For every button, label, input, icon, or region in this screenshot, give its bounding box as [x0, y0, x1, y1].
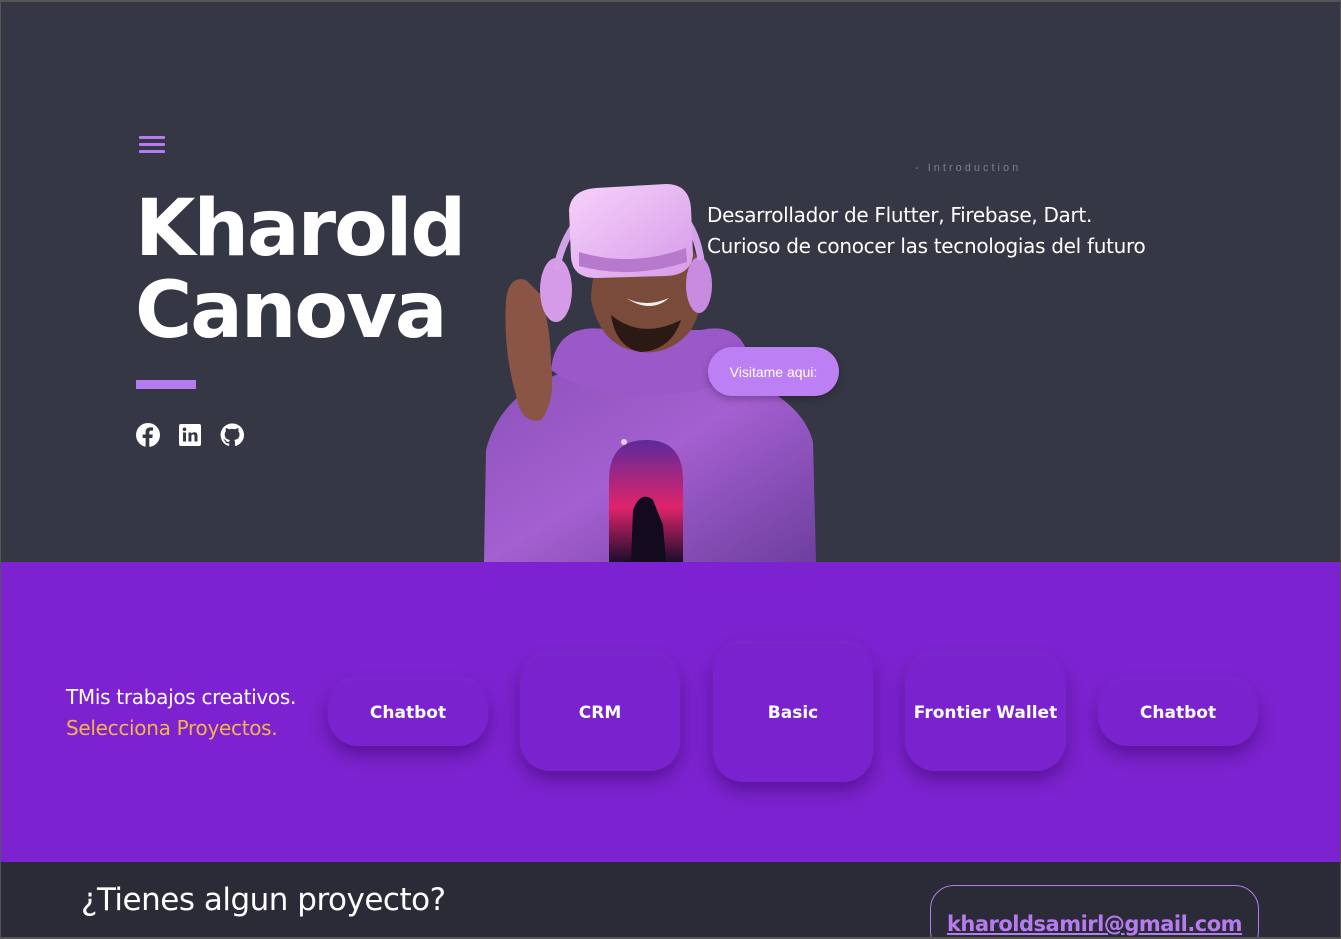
contact-section: ¿Tienes algun proyecto? kharoldsamirl@gm… [1, 862, 1340, 937]
intro-label: - Introduction [915, 162, 1022, 174]
social-links [136, 423, 244, 447]
github-icon[interactable] [220, 423, 244, 447]
menu-icon[interactable] [139, 136, 165, 154]
accent-underline [136, 380, 196, 389]
hero-name: Kharold Canova [135, 184, 466, 356]
facebook-icon[interactable] [136, 423, 160, 447]
projects-subheading: Selecciona Proyectos. [66, 716, 278, 740]
projects-heading: TMis trabajos creativos. [66, 685, 297, 709]
linkedin-icon[interactable] [178, 423, 202, 447]
email-link[interactable]: kharoldsamirl@gmail.com [930, 885, 1259, 937]
hero-section: Kharold Canova - Introduction Desarrolla… [1, 2, 1340, 562]
project-card-chatbot[interactable]: Chatbot [328, 680, 488, 746]
visit-button[interactable]: Visitame aqui: [708, 347, 839, 396]
projects-intro: TMis trabajos creativos. Selecciona Proy… [66, 682, 296, 744]
page: Kharold Canova - Introduction Desarrolla… [1, 2, 1340, 937]
projects-section: TMis trabajos creativos. Selecciona Proy… [1, 562, 1340, 862]
project-card-frontier-wallet[interactable]: Frontier Wallet [905, 655, 1066, 771]
project-card-crm[interactable]: CRM [520, 655, 680, 771]
contact-question: ¿Tienes algun proyecto? [81, 882, 446, 918]
project-card-chatbot-2[interactable]: Chatbot [1098, 680, 1258, 746]
name-last: Canova [135, 266, 447, 356]
project-card-basic[interactable]: Basic [713, 644, 873, 782]
name-first: Kharold [135, 184, 466, 274]
email-address[interactable]: kharoldsamirl@gmail.com [947, 912, 1243, 936]
